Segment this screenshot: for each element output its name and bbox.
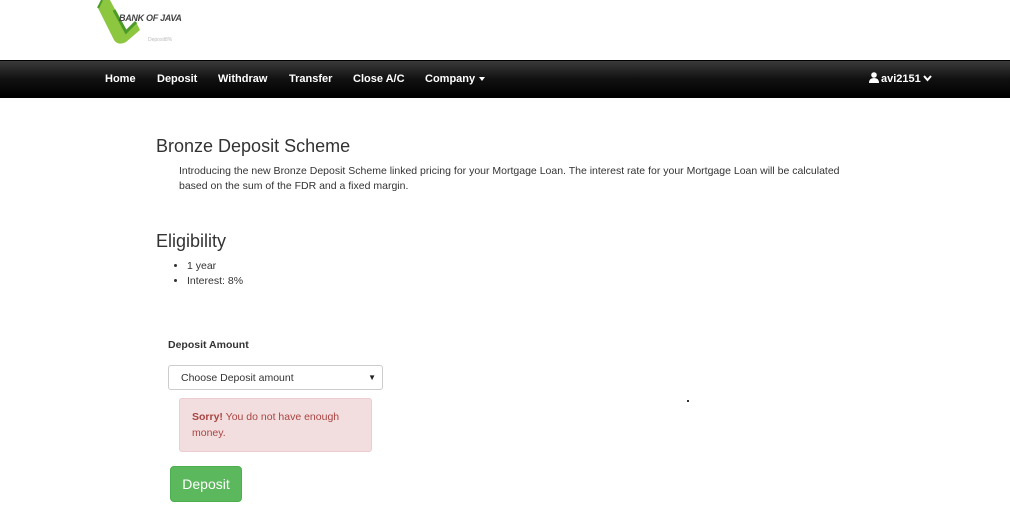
list-item: 1 year — [187, 259, 243, 274]
page-title: Bronze Deposit Scheme — [156, 136, 351, 156]
username: avi2151 — [881, 73, 921, 85]
chevron-down-icon — [923, 75, 932, 82]
logo-subtext: Deposit8% — [148, 37, 173, 43]
eligibility-list: 1 year Interest: 8% — [187, 259, 243, 289]
navbar: Home Deposit Withdraw Transfer Close A/C… — [0, 60, 1010, 98]
eligibility-heading: Eligibility — [156, 231, 227, 251]
user-menu[interactable]: avi2151 — [869, 72, 932, 85]
user-icon — [869, 72, 879, 83]
deposit-amount-value: Choose Deposit amount — [181, 372, 294, 384]
nav-home[interactable]: Home — [105, 73, 136, 85]
nav-deposit[interactable]: Deposit — [157, 73, 197, 85]
deposit-amount-select[interactable]: Choose Deposit amount ▼ — [168, 365, 383, 390]
nav-close-account[interactable]: Close A/C — [353, 73, 405, 85]
scheme-description: Introducing the new Bronze Deposit Schem… — [179, 165, 840, 192]
alert-strong: Sorry! — [192, 411, 223, 423]
list-item: Interest: 8% — [187, 274, 243, 289]
deposit-button[interactable]: Deposit — [170, 466, 242, 502]
nav-company-label: Company — [425, 73, 476, 85]
logo-icon — [97, 0, 140, 44]
nav-withdraw[interactable]: Withdraw — [218, 73, 267, 85]
dropdown-arrow-icon: ▼ — [368, 373, 376, 382]
nav-company-dropdown[interactable]: Company — [425, 73, 486, 85]
header: BANK OF JAVA Deposit8% — [0, 0, 1010, 60]
nav-transfer[interactable]: Transfer — [289, 73, 332, 85]
bank-logo[interactable]: BANK OF JAVA Deposit8% — [96, 0, 186, 48]
caret-down-icon — [479, 77, 486, 82]
stray-dot — [687, 400, 689, 402]
error-alert: Sorry! You do not have enough money. — [179, 398, 372, 452]
deposit-amount-label: Deposit Amount — [168, 339, 249, 351]
logo-text: BANK OF JAVA — [119, 13, 182, 23]
